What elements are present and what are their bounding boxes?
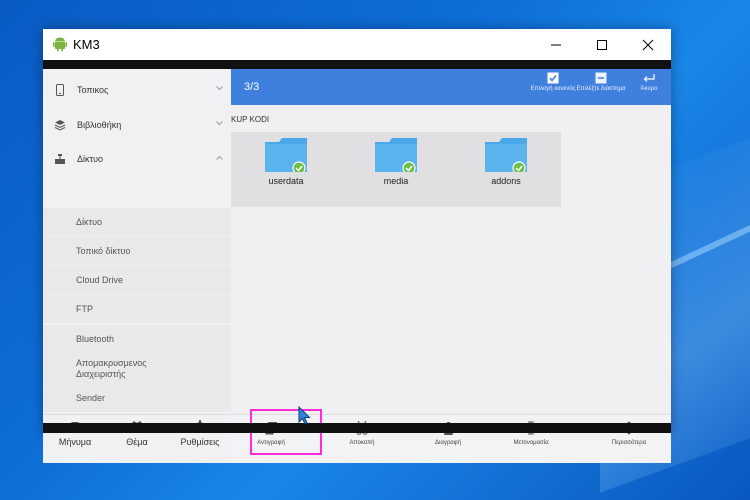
sidebar-item-network[interactable]: Δίκτυο xyxy=(43,142,231,176)
sidebar-item-library[interactable]: Βιβλιοθήκη xyxy=(43,108,231,142)
android-icon xyxy=(53,37,67,52)
more-label: Περισσότερα xyxy=(611,440,647,446)
folder-name: userdata xyxy=(268,176,304,186)
chevron-down-icon xyxy=(216,86,223,91)
select-range-icon xyxy=(576,71,626,84)
sidebar-subitem-network[interactable]: Δίκτυο xyxy=(43,208,231,236)
folder-name: media xyxy=(383,176,409,186)
sidebar-subitem-sender[interactable]: Sender xyxy=(43,384,231,412)
select-range-button[interactable]: Επιλέξτε διάστημα xyxy=(576,71,626,93)
folder-icon xyxy=(485,138,527,175)
top-black-strip xyxy=(43,60,671,69)
library-icon xyxy=(53,119,67,131)
folder-item[interactable]: media xyxy=(366,138,426,186)
minimize-button[interactable] xyxy=(533,29,579,60)
maximize-icon xyxy=(597,39,607,50)
sidebar-subitem-lan[interactable]: Τοπικό δίκτυο xyxy=(43,237,231,265)
sidebar: Τοπικος Βιβλιοθήκη Δίκτυο Δίκτυο Τοπικό … xyxy=(43,69,231,463)
select-none-button[interactable]: Επιλογή κανενός xyxy=(528,71,578,93)
sidebar-subitem-label: Απομακρυσμενος Διαχειριστής xyxy=(76,358,147,379)
select-range-label: Επιλέξτε διάστημα xyxy=(576,86,626,92)
sidebar-subitem-bluetooth[interactable]: Bluetooth xyxy=(43,325,231,353)
main-panel: 3/3 Επιλογή κανενός Επιλέξτε διάστημα Άκ… xyxy=(231,69,671,463)
sidebar-item-local[interactable]: Τοπικος xyxy=(43,73,231,107)
chevron-up-icon xyxy=(216,155,223,160)
close-icon xyxy=(642,39,654,50)
settings-label: Ρυθμίσεις xyxy=(180,437,220,447)
sidebar-subitem-ftp[interactable]: FTP xyxy=(43,295,231,323)
folder-item[interactable]: userdata xyxy=(256,138,316,186)
minimize-icon xyxy=(551,44,561,45)
folder-icon xyxy=(375,138,417,175)
selection-count: 3/3 xyxy=(244,81,260,93)
checkbox-icon xyxy=(528,71,578,84)
sidebar-item-label: Τοπικος xyxy=(77,85,109,95)
delete-label: Διαγραφή xyxy=(435,440,461,446)
current-path: KUP KODI xyxy=(231,115,270,124)
theme-label: Θέμα xyxy=(126,437,148,447)
cancel-label: Άκυρο xyxy=(640,86,658,92)
mouse-cursor-icon xyxy=(298,406,311,425)
sidebar-item-label: Δίκτυο xyxy=(77,154,103,164)
folder-name: addons xyxy=(491,176,521,186)
folder-item[interactable]: addons xyxy=(476,138,536,186)
phone-icon xyxy=(53,84,67,96)
sidebar-bottom-bar: Μήνυμα Θέμα Ρυθμίσεις xyxy=(43,414,231,463)
select-none-label: Επιλογή κανενός xyxy=(530,86,576,92)
sidebar-subitem-remote-manager[interactable]: Απομακρυσμενος Διαχειριστής xyxy=(43,352,231,386)
selection-toolbar: 3/3 Επιλογή κανενός Επιλέξτε διάστημα Άκ… xyxy=(231,69,671,105)
close-button[interactable] xyxy=(625,29,671,60)
bottom-black-strip xyxy=(43,423,671,433)
folder-grid: userdata media addons xyxy=(231,132,561,207)
title-bar: KM3 xyxy=(43,29,671,60)
app-window: KM3 Τοπικος Βιβλιοθήκη Δίκτυο Δίκτυο Τοπ… xyxy=(43,29,671,463)
chevron-down-icon xyxy=(216,121,223,126)
folder-icon xyxy=(265,138,307,175)
undo-icon xyxy=(624,71,674,84)
rename-label: Μετονομασία xyxy=(513,440,549,446)
sidebar-subitem-cloud-drive[interactable]: Cloud Drive xyxy=(43,266,231,294)
cancel-button[interactable]: Άκυρο xyxy=(624,71,674,93)
cut-label: Αποκοπή xyxy=(349,440,375,446)
sidebar-item-label: Βιβλιοθήκη xyxy=(77,120,122,130)
maximize-button[interactable] xyxy=(579,29,625,60)
window-title: KM3 xyxy=(73,37,100,52)
message-label: Μήνυμα xyxy=(58,437,92,447)
network-icon xyxy=(53,153,67,165)
